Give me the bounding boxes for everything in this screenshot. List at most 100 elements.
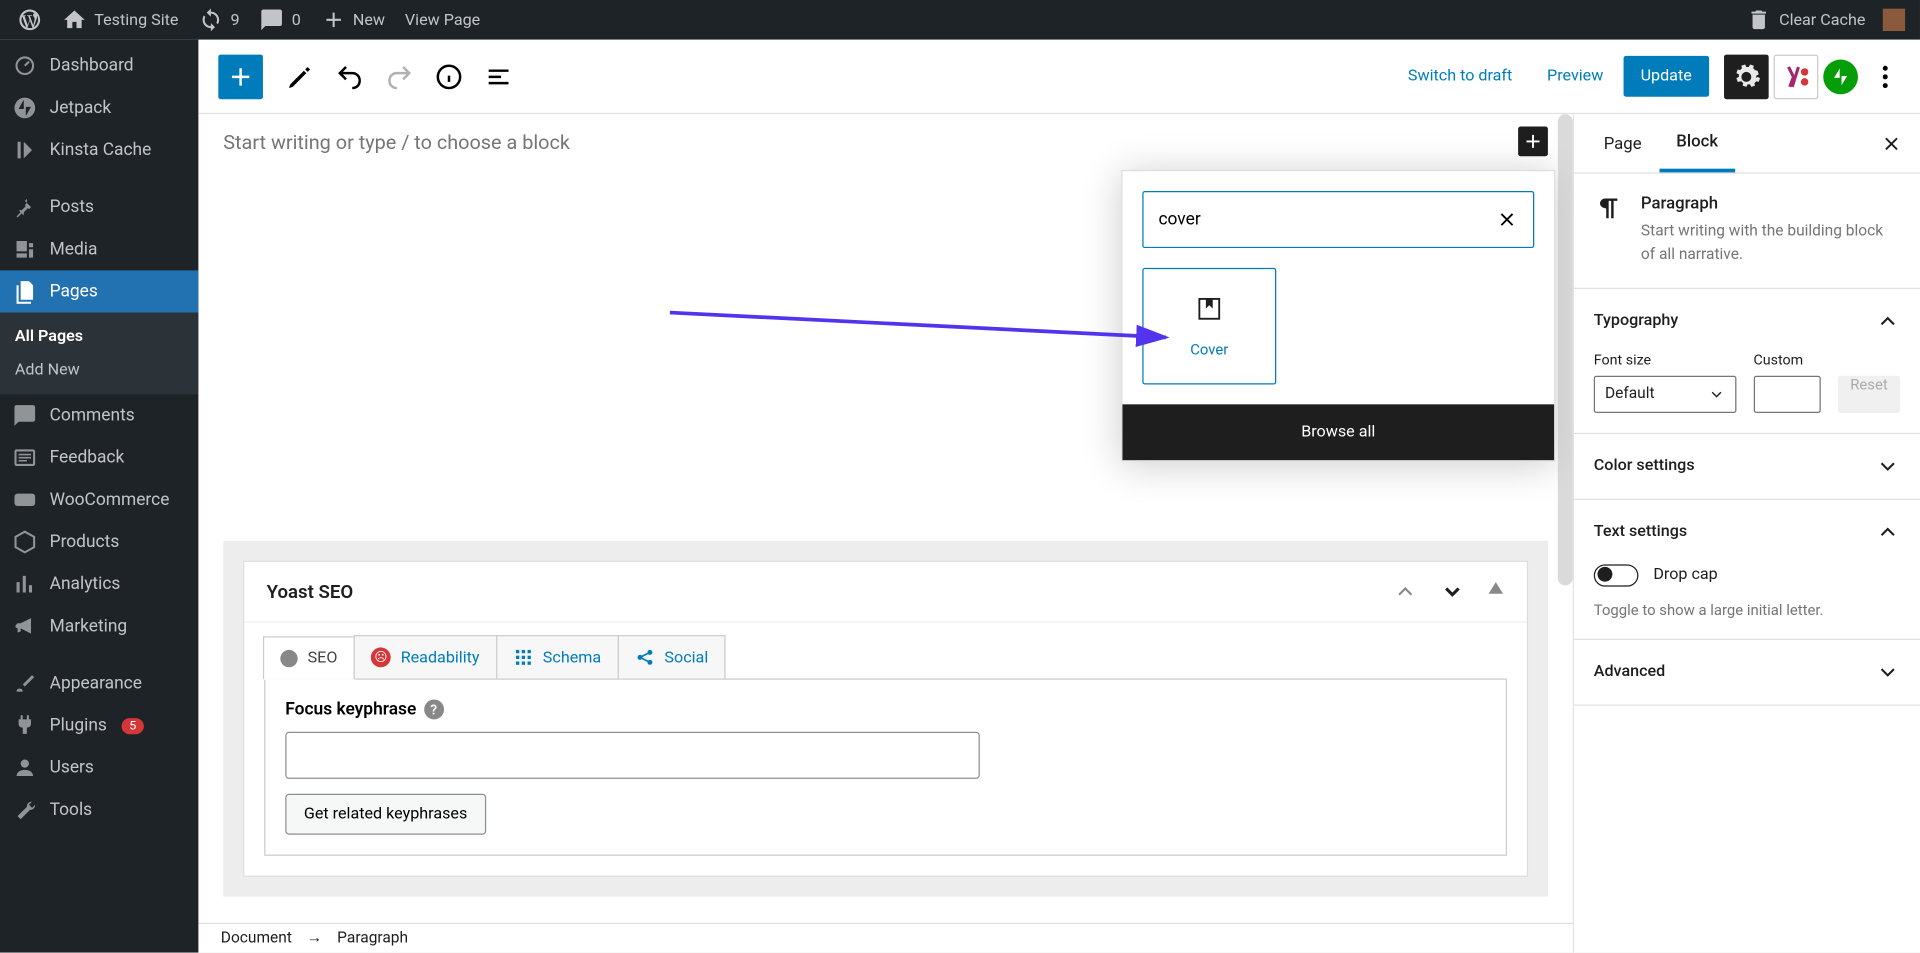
sidebar-item-posts[interactable]: Posts — [0, 186, 198, 228]
wordpress-icon — [17, 7, 42, 32]
details-button[interactable] — [427, 54, 472, 99]
yoast-move-up[interactable] — [1393, 579, 1418, 604]
admin-bar: Testing Site 9 0 New View Page Clear Cac… — [0, 0, 1920, 40]
chevron-down-icon — [1875, 453, 1900, 478]
jetpack-icon — [12, 96, 37, 121]
paragraph-placeholder[interactable]: Start writing or type / to choose a bloc… — [223, 130, 1518, 154]
sidebar-item-kinsta[interactable]: Kinsta Cache — [0, 129, 198, 171]
seo-score-icon — [280, 649, 297, 666]
chevron-up-icon[interactable] — [1875, 519, 1900, 544]
help-icon[interactable]: ? — [424, 700, 444, 720]
sidebar-item-products[interactable]: Products — [0, 521, 198, 563]
sidebar-item-feedback[interactable]: Feedback — [0, 437, 198, 479]
breadcrumb-document[interactable]: Document — [221, 929, 292, 948]
megaphone-icon — [12, 614, 37, 639]
undo-button[interactable] — [327, 54, 372, 99]
feedback-icon — [12, 445, 37, 470]
sidebar-item-dashboard[interactable]: Dashboard — [0, 45, 198, 87]
clear-cache-link[interactable]: Clear Cache — [1737, 0, 1875, 40]
browse-all-button[interactable]: Browse all — [1122, 404, 1554, 460]
sidebar-item-tools[interactable]: Tools — [0, 789, 198, 831]
color-settings-toggle[interactable]: Color settings — [1574, 433, 1920, 499]
related-keyphrases-button[interactable]: Get related keyphrases — [285, 794, 486, 835]
tab-block[interactable]: Block — [1659, 114, 1736, 172]
site-name-link[interactable]: Testing Site — [52, 0, 188, 40]
updates-count: 9 — [231, 11, 240, 30]
yoast-move-down[interactable] — [1440, 579, 1465, 604]
advanced-toggle[interactable]: Advanced — [1574, 639, 1920, 705]
editor-canvas[interactable]: Start writing or type / to choose a bloc… — [198, 114, 1572, 952]
pages-submenu: All Pages Add New — [0, 313, 198, 395]
yoast-tab-seo[interactable]: SEO — [263, 636, 355, 679]
jetpack-button[interactable] — [1823, 59, 1858, 94]
wp-logo[interactable] — [7, 0, 52, 40]
block-option-cover[interactable]: Cover — [1142, 268, 1276, 385]
more-options-button[interactable] — [1863, 54, 1908, 99]
products-icon — [12, 530, 37, 555]
clear-search-icon[interactable] — [1496, 208, 1518, 230]
block-search[interactable] — [1142, 191, 1534, 248]
outline-button[interactable] — [476, 54, 521, 99]
schema-icon — [513, 647, 533, 667]
block-search-input[interactable] — [1158, 210, 1495, 230]
settings-toggle[interactable] — [1724, 54, 1769, 99]
site-name-label: Testing Site — [94, 11, 178, 30]
cover-block-icon — [1194, 294, 1224, 324]
submenu-all-pages[interactable]: All Pages — [0, 320, 198, 353]
block-breadcrumb: Document → Paragraph — [198, 923, 1572, 953]
sidebar-item-jetpack[interactable]: Jetpack — [0, 87, 198, 129]
tab-page[interactable]: Page — [1586, 116, 1659, 171]
updates-link[interactable]: 9 — [188, 0, 249, 40]
redo-button[interactable] — [377, 54, 422, 99]
chevron-down-icon — [1875, 659, 1900, 684]
switch-to-draft-button[interactable]: Switch to draft — [1393, 67, 1527, 86]
sidebar-item-woocommerce[interactable]: WooCommerce — [0, 479, 198, 521]
chevron-up-icon[interactable] — [1875, 308, 1900, 333]
block-inserter-toggle[interactable] — [218, 54, 263, 99]
user-account[interactable] — [1875, 0, 1912, 40]
focus-keyphrase-label: Focus keyphrase? — [285, 700, 1486, 720]
font-size-select[interactable]: Default — [1594, 375, 1736, 412]
close-settings-icon[interactable] — [1880, 132, 1902, 154]
yoast-title: Yoast SEO — [267, 580, 353, 602]
comments-link[interactable]: 0 — [250, 0, 311, 40]
updates-icon — [198, 7, 223, 32]
plugins-badge: 5 — [122, 718, 144, 734]
preview-button[interactable]: Preview — [1532, 67, 1618, 86]
yoast-tab-schema[interactable]: Schema — [496, 635, 619, 678]
plug-icon — [12, 713, 37, 738]
inline-inserter-button[interactable] — [1518, 127, 1548, 157]
block-description: Start writing with the building block of… — [1641, 221, 1900, 268]
yoast-tab-readability[interactable]: ☹Readability — [354, 635, 497, 678]
plus-icon — [321, 7, 346, 32]
breadcrumb-current[interactable]: Paragraph — [337, 929, 408, 948]
block-inserter-popup: Cover Browse all — [1121, 170, 1555, 461]
sidebar-item-media[interactable]: Media — [0, 228, 198, 270]
yoast-collapse[interactable] — [1487, 579, 1504, 604]
update-button[interactable]: Update — [1623, 56, 1709, 97]
edit-mode-button[interactable] — [278, 54, 323, 99]
drop-cap-toggle[interactable] — [1594, 564, 1639, 586]
analytics-icon — [12, 572, 37, 597]
reset-button[interactable]: Reset — [1838, 375, 1900, 412]
sidebar-item-appearance[interactable]: Appearance — [0, 662, 198, 704]
submenu-add-new[interactable]: Add New — [0, 353, 198, 386]
wrench-icon — [12, 798, 37, 823]
readability-score-icon: ☹ — [371, 647, 391, 667]
yoast-button[interactable] — [1774, 54, 1819, 99]
focus-keyphrase-input[interactable] — [285, 732, 980, 779]
new-content-link[interactable]: New — [311, 0, 395, 40]
sidebar-item-comments[interactable]: Comments — [0, 394, 198, 436]
sidebar-item-marketing[interactable]: Marketing — [0, 605, 198, 647]
view-page-link[interactable]: View Page — [395, 0, 490, 40]
comment-icon — [12, 403, 37, 428]
typography-title: Typography — [1594, 311, 1679, 330]
sidebar-item-plugins[interactable]: Plugins5 — [0, 704, 198, 746]
scrollbar[interactable] — [1558, 114, 1573, 585]
sidebar-item-pages[interactable]: Pages — [0, 270, 198, 312]
sidebar-item-users[interactable]: Users — [0, 747, 198, 789]
custom-font-size-input[interactable] — [1753, 375, 1820, 412]
yoast-tab-social[interactable]: Social — [617, 635, 725, 678]
sidebar-item-analytics[interactable]: Analytics — [0, 563, 198, 605]
media-icon — [12, 237, 37, 262]
